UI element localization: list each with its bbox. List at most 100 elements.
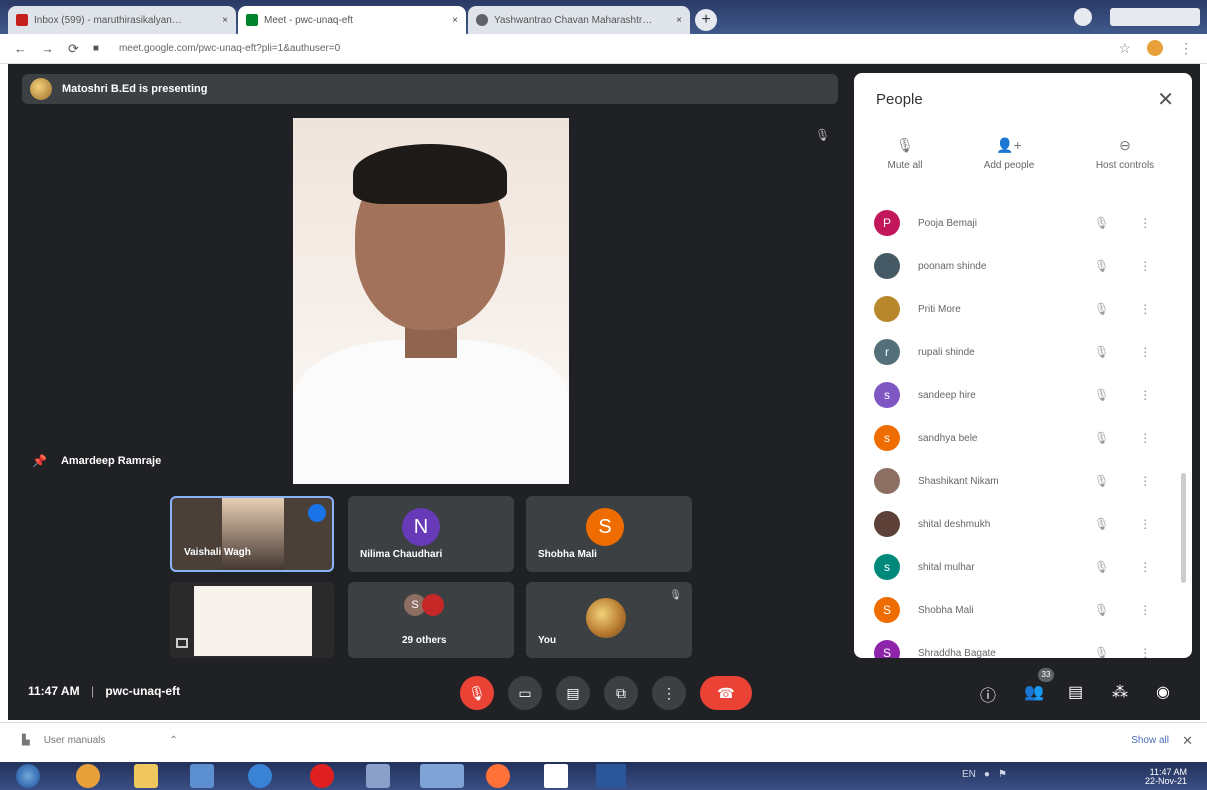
participant-video xyxy=(222,498,284,570)
download-item[interactable]: ▙ User manuals ⌃ xyxy=(22,735,178,746)
participant-row[interactable]: poonam shinde 🎙 ⋮ xyxy=(874,250,1174,282)
forward-button[interactable]: → xyxy=(41,41,54,56)
participant-tile-nilima[interactable]: N Nilima Chaudhari xyxy=(348,496,514,572)
mic-muted-icon[interactable]: 🎙 xyxy=(1094,431,1109,445)
mic-muted-icon[interactable]: 🎙 xyxy=(1094,474,1109,488)
captions-button[interactable]: ▤ xyxy=(556,676,590,710)
participant-row[interactable]: s sandhya bele 🎙 ⋮ xyxy=(874,422,1174,454)
participant-row[interactable]: Shashikant Nikam 🎙 ⋮ xyxy=(874,465,1174,497)
window-user-icon[interactable] xyxy=(1074,8,1092,26)
network-icon[interactable] xyxy=(366,764,390,788)
presentation-thumbnail xyxy=(194,586,312,656)
chrome-taskbar-icon[interactable] xyxy=(420,764,464,788)
close-panel-button[interactable]: ✕ xyxy=(1157,87,1174,112)
tab-close-icon[interactable]: × xyxy=(452,15,458,26)
mic-muted-icon[interactable]: 🎙 xyxy=(1094,259,1109,273)
more-options-icon[interactable]: ⋮ xyxy=(1139,517,1151,531)
presenting-banner[interactable]: Matoshri B.Ed is presenting xyxy=(22,74,838,104)
action-label: Add people xyxy=(983,160,1035,171)
chat-icon[interactable]: ▤ xyxy=(1068,682,1083,702)
main-video-tile[interactable] xyxy=(293,118,569,484)
tab-close-icon[interactable]: × xyxy=(222,15,228,26)
tile-name: You xyxy=(538,635,557,646)
chevron-up-icon[interactable]: ⌃ xyxy=(169,735,177,746)
participant-row[interactable]: s shital mulhar 🎙 ⋮ xyxy=(874,551,1174,583)
self-tile[interactable]: 🎙 You xyxy=(526,582,692,658)
present-screen-icon xyxy=(176,638,188,648)
meeting-details-icon[interactable]: ⓘ xyxy=(980,682,996,706)
host-safety-icon[interactable]: ◉ xyxy=(1156,682,1170,702)
participant-row[interactable]: s sandeep hire 🎙 ⋮ xyxy=(874,379,1174,411)
others-tile[interactable]: S 29 others xyxy=(348,582,514,658)
bookmark-star-icon[interactable]: ☆ xyxy=(1118,40,1131,57)
internet-explorer-icon[interactable] xyxy=(248,764,272,788)
camera-toggle-button[interactable]: ▭ xyxy=(508,676,542,710)
participant-row[interactable]: shital deshmukh 🎙 ⋮ xyxy=(874,508,1174,540)
opera-icon[interactable] xyxy=(310,764,334,788)
present-now-button[interactable]: ⧉ xyxy=(604,676,638,710)
add-people-button[interactable]: 👤+ Add people xyxy=(964,137,1054,171)
file-explorer-icon[interactable] xyxy=(134,764,158,788)
back-button[interactable]: ← xyxy=(14,41,27,56)
more-options-button[interactable]: ⋮ xyxy=(652,676,686,710)
participant-row[interactable]: Priti More 🎙 ⋮ xyxy=(874,293,1174,325)
participant-row[interactable]: S Shobha Mali 🎙 ⋮ xyxy=(874,594,1174,626)
tile-name: Vaishali Wagh xyxy=(184,547,251,558)
window-controls[interactable] xyxy=(1110,8,1200,26)
participant-row[interactable]: r rupali shinde 🎙 ⋮ xyxy=(874,336,1174,368)
mic-muted-icon[interactable]: 🎙 xyxy=(1094,646,1109,658)
more-options-icon[interactable]: ⋮ xyxy=(1139,302,1151,316)
mic-toggle-button[interactable]: 🎙 xyxy=(460,676,494,710)
media-player-icon[interactable] xyxy=(190,764,214,788)
start-button[interactable] xyxy=(16,764,40,788)
more-options-icon[interactable]: ⋮ xyxy=(1139,216,1151,230)
new-tab-button[interactable]: + xyxy=(695,9,717,31)
mute-all-button[interactable]: 🎙 Mute all xyxy=(860,137,950,171)
more-options-icon[interactable]: ⋮ xyxy=(1139,431,1151,445)
more-options-icon[interactable]: ⋮ xyxy=(1139,259,1151,273)
tab-close-icon[interactable]: × xyxy=(676,15,682,26)
participant-tile-shobha[interactable]: S Shobha Mali xyxy=(526,496,692,572)
browser-menu-icon[interactable]: ⋮ xyxy=(1179,40,1193,57)
tab-gmail[interactable]: Inbox (599) - maruthirasikalyan… × xyxy=(8,6,236,34)
presentation-tile[interactable] xyxy=(170,582,334,658)
tab-meet[interactable]: Meet - pwc-unaq-eft × xyxy=(238,6,466,34)
more-options-icon[interactable]: ⋮ xyxy=(1139,646,1151,658)
language-indicator[interactable]: EN xyxy=(962,769,976,780)
show-all-button[interactable]: Show all xyxy=(1131,735,1169,746)
more-options-icon[interactable]: ⋮ xyxy=(1139,474,1151,488)
people-icon[interactable]: 👥 xyxy=(1024,682,1044,702)
mic-muted-icon[interactable]: 🎙 xyxy=(1094,603,1109,617)
mic-muted-icon[interactable]: 🎙 xyxy=(1094,560,1109,574)
mic-muted-icon[interactable]: 🎙 xyxy=(1094,517,1109,531)
pin-icon[interactable]: 📌 xyxy=(32,454,47,468)
participant-name: poonam shinde xyxy=(918,260,987,272)
participant-row[interactable]: S Shraddha Bagate 🎙 ⋮ xyxy=(874,637,1174,658)
profile-avatar[interactable] xyxy=(1147,40,1163,56)
help-icon[interactable]: ● xyxy=(984,769,990,780)
flag-icon[interactable]: ⚑ xyxy=(998,769,1007,780)
host-controls-button[interactable]: ⊖ Host controls xyxy=(1080,137,1170,171)
more-options-icon[interactable]: ⋮ xyxy=(1139,560,1151,574)
more-options-icon[interactable]: ⋮ xyxy=(1139,388,1151,402)
word-icon[interactable] xyxy=(596,764,626,788)
mic-muted-icon[interactable]: 🎙 xyxy=(1094,302,1109,316)
participant-row[interactable]: P Pooja Bemaji 🎙 ⋮ xyxy=(874,207,1174,239)
mic-muted-icon[interactable]: 🎙 xyxy=(1094,388,1109,402)
activities-icon[interactable]: ⁂ xyxy=(1112,682,1128,702)
taskbar-app-icon[interactable] xyxy=(76,764,100,788)
tab-ycmou[interactable]: Yashwantrao Chavan Maharashtr… × xyxy=(468,6,690,34)
mic-muted-icon[interactable]: 🎙 xyxy=(1094,345,1109,359)
participant-tile-vaishali[interactable]: Vaishali Wagh xyxy=(170,496,334,572)
firefox-icon[interactable] xyxy=(486,764,510,788)
more-options-icon[interactable]: ⋮ xyxy=(1139,603,1151,617)
more-options-icon[interactable]: ⋮ xyxy=(1139,345,1151,359)
url-field[interactable]: meet.google.com/pwc-unaq-eft?pli=1&authu… xyxy=(119,43,340,54)
mic-muted-icon[interactable]: 🎙 xyxy=(1094,216,1109,230)
leave-call-button[interactable]: ☎ xyxy=(700,676,752,710)
clock[interactable]: 11:47 AM 22-Nov-21 xyxy=(1145,768,1187,786)
scrollbar[interactable] xyxy=(1181,473,1186,583)
close-shelf-button[interactable]: ✕ xyxy=(1182,733,1193,749)
document-icon[interactable] xyxy=(544,764,568,788)
reload-button[interactable]: ⟳ xyxy=(68,41,79,57)
